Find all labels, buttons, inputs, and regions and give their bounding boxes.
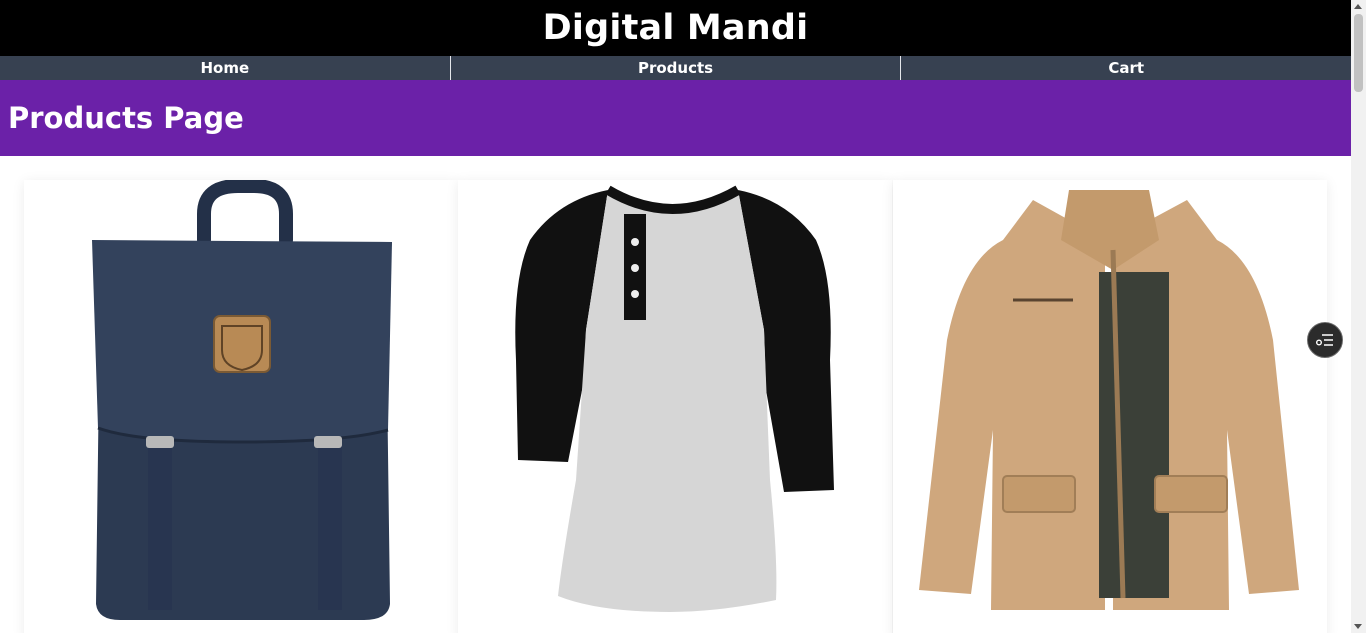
nav-products-link[interactable]: Products	[451, 56, 902, 80]
filter-list-icon	[1316, 334, 1333, 346]
floating-filter-button[interactable]	[1307, 322, 1343, 358]
page-header: Products Page	[0, 80, 1351, 156]
page: Digital Mandi Home Products Cart Product…	[0, 0, 1351, 633]
site-title: Digital Mandi	[0, 0, 1351, 56]
nav-cart-link[interactable]: Cart	[901, 56, 1351, 80]
backpack-image	[92, 180, 392, 620]
product-card-backpack[interactable]	[24, 180, 458, 633]
scroll-thumb[interactable]	[1354, 14, 1363, 92]
vertical-scrollbar[interactable]	[1351, 0, 1366, 633]
nav-home-link[interactable]: Home	[0, 56, 451, 80]
product-card-henley-tshirt[interactable]	[458, 180, 892, 633]
scroll-up-arrow-icon[interactable]	[1354, 4, 1362, 9]
product-card-khaki-jacket[interactable]	[893, 180, 1327, 633]
nav-bar: Home Products Cart	[0, 56, 1351, 80]
page-title: Products Page	[8, 101, 244, 135]
raglan-henley-tshirt-image	[515, 185, 834, 612]
scroll-down-arrow-icon[interactable]	[1354, 624, 1362, 629]
khaki-jacket-image	[919, 190, 1299, 610]
